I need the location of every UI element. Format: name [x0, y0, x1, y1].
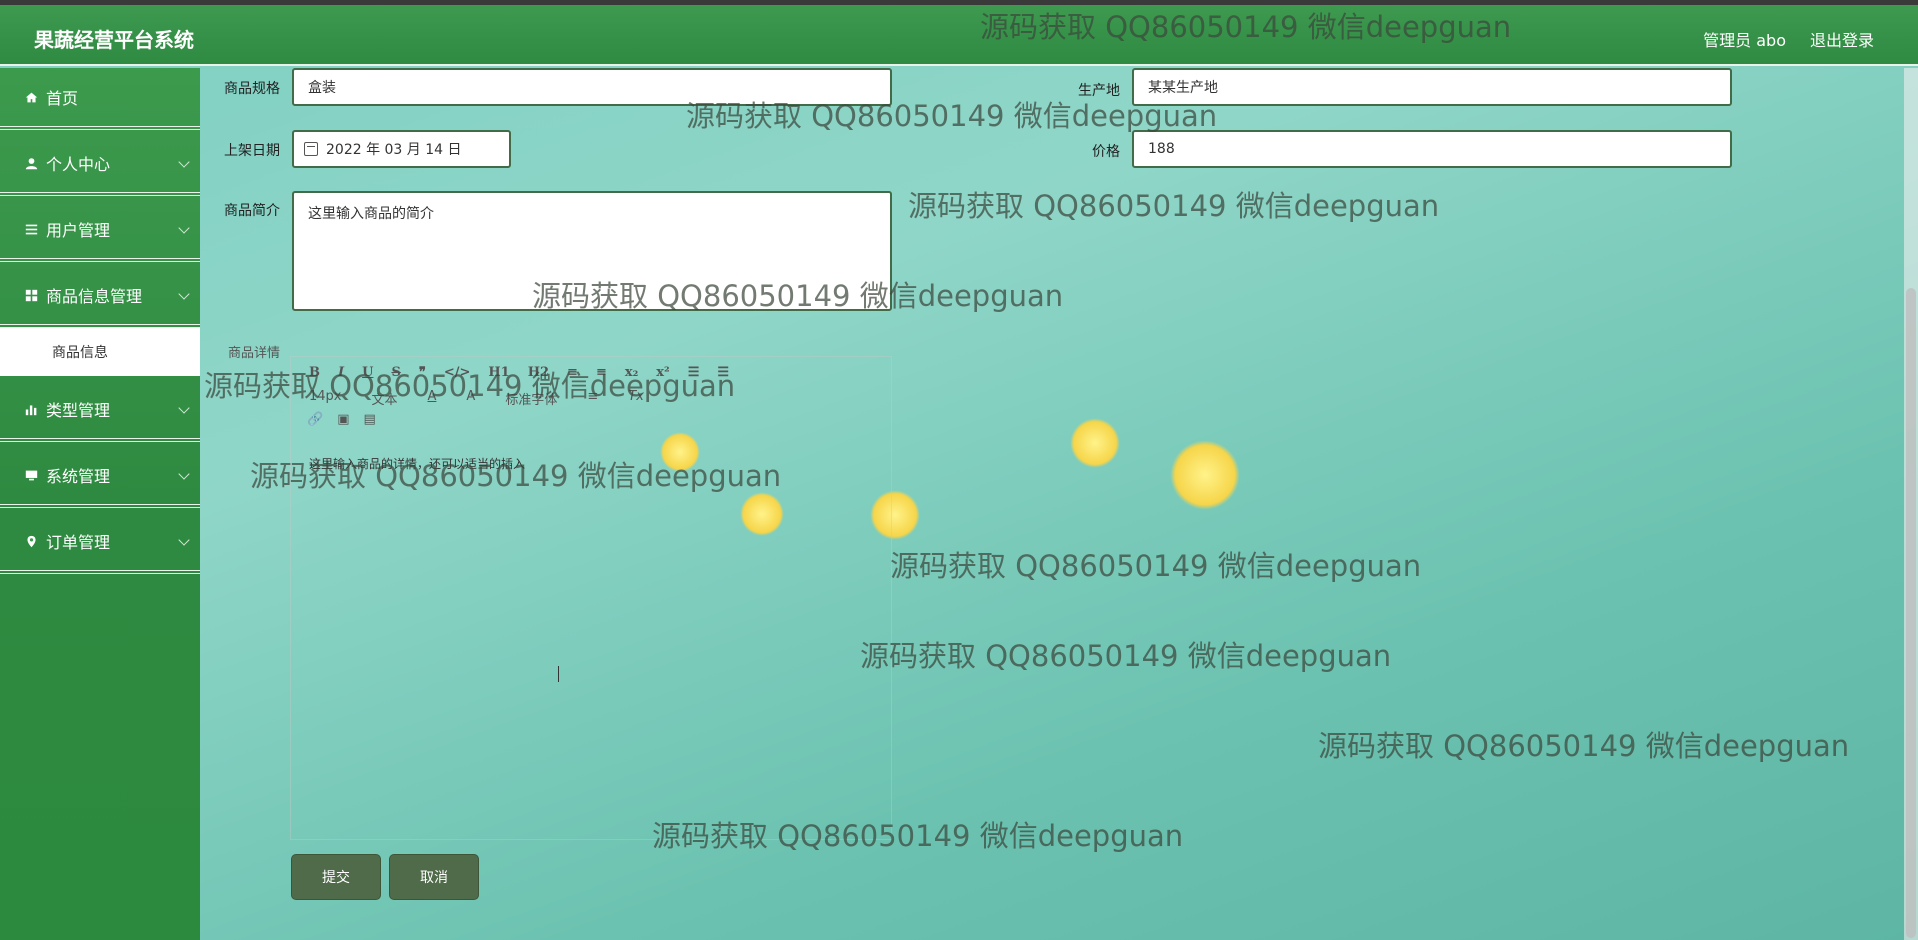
app-title: 果蔬经营平台系统	[34, 28, 194, 52]
sidebar: 首页 个人中心 用户管理 商品信息管理 商品信息 类型管理 系统管理 订单管理	[0, 68, 200, 940]
spec-label: 商品规格	[224, 81, 280, 97]
list-icon	[24, 222, 38, 236]
page-scrollbar[interactable]	[1904, 68, 1918, 940]
chevron-down-icon	[178, 534, 190, 546]
watermark-text: 源码获取 QQ86050149 微信deepguan	[1318, 729, 1850, 763]
intro-label: 商品简介	[224, 203, 280, 219]
location-icon	[24, 534, 38, 548]
sidebar-item-product-management[interactable]: 商品信息管理	[0, 266, 200, 328]
chevron-down-icon	[178, 402, 190, 414]
sidebar-subitem-product-info[interactable]: 商品信息	[0, 328, 200, 376]
image-icon[interactable]: ▣	[337, 412, 349, 427]
bar-chart-icon	[24, 402, 38, 416]
watermark-text: 源码获取 QQ86050149 微信deepguan	[980, 10, 1512, 44]
date-label: 上架日期	[224, 143, 280, 159]
watermark-text: 源码获取 QQ86050149 微信deepguan	[908, 189, 1440, 223]
chevron-down-icon	[178, 156, 190, 168]
logout-link[interactable]: 退出登录	[1810, 27, 1874, 51]
chevron-down-icon	[178, 468, 190, 480]
price-label: 价格	[1092, 144, 1120, 160]
editor-toolbar-row-3: 🔗 ▣ ▤	[307, 412, 376, 427]
date-picker[interactable]: 2022 年 03 月 14 日	[292, 130, 511, 168]
chevron-down-icon	[178, 222, 190, 234]
monitor-icon	[24, 468, 38, 482]
sidebar-item-label: 订单管理	[46, 533, 111, 552]
sidebar-item-order-management[interactable]: 订单管理	[0, 512, 200, 574]
sidebar-item-label: 首页	[46, 89, 79, 108]
calendar-icon	[304, 142, 318, 156]
sidebar-item-home[interactable]: 首页	[0, 68, 200, 130]
decorative-flower	[1070, 418, 1120, 468]
scrollbar-thumb[interactable]	[1906, 288, 1916, 938]
user-icon	[24, 156, 38, 170]
sidebar-item-personal-center[interactable]: 个人中心	[0, 134, 200, 196]
admin-user-label[interactable]: 管理员 abo	[1703, 27, 1786, 51]
chevron-down-icon	[178, 288, 190, 300]
grid-icon	[24, 288, 38, 302]
date-value: 2022 年 03 月 14 日	[326, 142, 462, 158]
watermark-text: 源码获取 QQ86050149 微信deepguan	[204, 369, 736, 403]
home-icon	[24, 90, 38, 104]
watermark-text: 源码获取 QQ86050149 微信deepguan	[250, 459, 782, 493]
link-icon[interactable]: 🔗	[307, 412, 323, 427]
header-user-area: 管理员 abo 退出登录	[1703, 27, 1874, 51]
sidebar-item-label: 用户管理	[46, 221, 111, 240]
top-header: 果蔬经营平台系统 管理员 abo 退出登录	[0, 5, 1918, 66]
sidebar-item-label: 商品信息管理	[46, 287, 143, 306]
sidebar-item-label: 系统管理	[46, 467, 111, 486]
watermark-text: 源码获取 QQ86050149 微信deepguan	[890, 549, 1422, 583]
watermark-text: 源码获取 QQ86050149 微信deepguan	[652, 819, 1184, 853]
watermark-text: 源码获取 QQ86050149 微信deepguan	[686, 99, 1218, 133]
video-icon[interactable]: ▤	[363, 412, 375, 427]
rich-text-editor[interactable]: B I U S ❞ </> H1 H2 ≡ ≡ x₂ x² ☰ ☰ 14px 文…	[290, 356, 892, 840]
submit-button[interactable]: 提交	[292, 855, 380, 899]
watermark-text: 源码获取 QQ86050149 微信deepguan	[532, 279, 1064, 313]
origin-input[interactable]: 某某生产地	[1132, 68, 1732, 106]
sidebar-item-label: 类型管理	[46, 401, 111, 420]
watermark-text: 源码获取 QQ86050149 微信deepguan	[860, 639, 1392, 673]
sidebar-item-label: 个人中心	[46, 155, 111, 174]
sidebar-item-type-management[interactable]: 类型管理	[0, 380, 200, 442]
decorative-flower	[1170, 440, 1240, 510]
text-cursor-icon	[558, 666, 566, 682]
sidebar-item-user-management[interactable]: 用户管理	[0, 200, 200, 262]
detail-label: 商品详情	[227, 346, 280, 361]
cancel-button[interactable]: 取消	[390, 855, 478, 899]
price-input[interactable]: 188	[1132, 130, 1732, 168]
sidebar-item-system-management[interactable]: 系统管理	[0, 446, 200, 508]
